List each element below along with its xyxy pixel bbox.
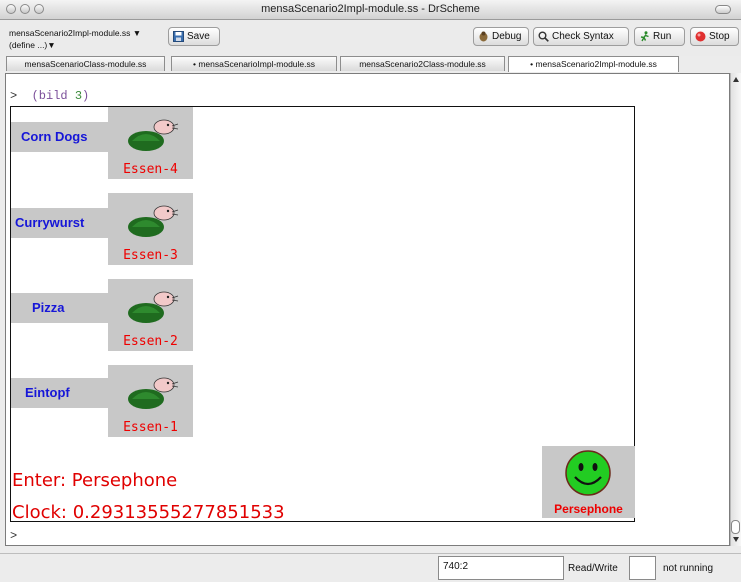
scroll-thumb[interactable]	[731, 520, 740, 534]
persephone-tile: Persephone	[542, 446, 635, 518]
title-bar: mensaScenario2Impl-module.ss - DrScheme	[0, 0, 741, 20]
enter-text: Enter: Persephone	[12, 470, 178, 491]
tab-mensa-scenario-impl[interactable]: • mensaScenarioImpl-module.ss	[171, 56, 337, 71]
stop-label: Stop	[709, 31, 730, 42]
magnifier-icon	[538, 31, 549, 42]
food-label-eintopf: Eintopf	[11, 378, 111, 408]
vertical-scrollbar[interactable]	[730, 73, 741, 546]
turtle-icon	[128, 119, 179, 151]
define-menu[interactable]: (define ...)▼	[9, 39, 141, 51]
repl-expression-number: 3	[74, 89, 83, 103]
tab-mensa-scenario2-impl[interactable]: • mensaScenario2Impl-module.ss	[508, 56, 679, 72]
running-status: not running	[663, 563, 714, 574]
essen-tile-1: Essen-1	[108, 365, 193, 437]
clock-text: Clock: 0.29313555277851533	[12, 502, 285, 523]
essen-tile-3: Essen-3	[108, 193, 193, 265]
essen-counter-2: Essen-2	[123, 334, 178, 349]
repl-next-prompt[interactable]: >	[10, 529, 17, 543]
essen-tile-2: Essen-2	[108, 279, 193, 351]
running-man-icon	[640, 31, 649, 42]
smiley-icon	[565, 450, 611, 496]
essen-tile-4: Essen-4	[108, 107, 193, 179]
tab-mensa-scenario-class[interactable]: mensaScenarioClass-module.ss	[6, 56, 165, 71]
repl-expression-open: (bild	[31, 89, 75, 103]
file-tabs: mensaScenarioClass-module.ss • mensaScen…	[0, 56, 741, 73]
running-indicator	[629, 556, 656, 580]
scroll-down-icon[interactable]	[733, 537, 739, 542]
debug-button[interactable]: Debug	[473, 27, 529, 46]
repl-expression-close: )	[82, 89, 90, 103]
file-info: mensaScenario2Impl-module.ss ▼ (define .…	[9, 27, 141, 51]
cursor-position: 740:2	[438, 556, 564, 580]
stop-icon	[695, 31, 706, 42]
repl-prompt: >	[10, 89, 18, 103]
turtle-icon	[128, 377, 179, 409]
run-button[interactable]: Run	[634, 27, 685, 46]
scroll-up-icon[interactable]	[733, 77, 739, 82]
file-name-menu[interactable]: mensaScenario2Impl-module.ss ▼	[9, 27, 141, 39]
food-label-currywurst: Currywurst	[11, 208, 111, 238]
turtle-icon	[128, 291, 179, 323]
save-label: Save	[187, 31, 210, 42]
read-write-mode: Read/Write	[568, 563, 618, 574]
essen-counter-3: Essen-3	[123, 248, 178, 263]
save-icon	[173, 31, 184, 42]
food-label-corn-dogs: Corn Dogs	[11, 122, 111, 152]
turtle-icon	[128, 205, 179, 237]
persephone-label: Persephone	[554, 502, 623, 516]
essen-counter-4: Essen-4	[123, 162, 178, 177]
check-syntax-label: Check Syntax	[552, 31, 614, 42]
food-label-pizza: Pizza	[11, 293, 111, 323]
toolbar-toggle-button[interactable]	[715, 5, 731, 14]
repl-input-line: > (bild 3)	[10, 89, 89, 103]
tab-mensa-scenario2-class[interactable]: mensaScenario2Class-module.ss	[340, 56, 505, 71]
save-button[interactable]: Save	[168, 27, 220, 46]
bug-icon	[479, 31, 488, 42]
essen-counter-1: Essen-1	[123, 420, 178, 435]
debug-label: Debug	[492, 31, 522, 42]
window-title: mensaScenario2Impl-module.ss - DrScheme	[261, 3, 480, 15]
check-syntax-button[interactable]: Check Syntax	[533, 27, 629, 46]
run-label: Run	[653, 31, 672, 42]
stop-button[interactable]: Stop	[690, 27, 739, 46]
